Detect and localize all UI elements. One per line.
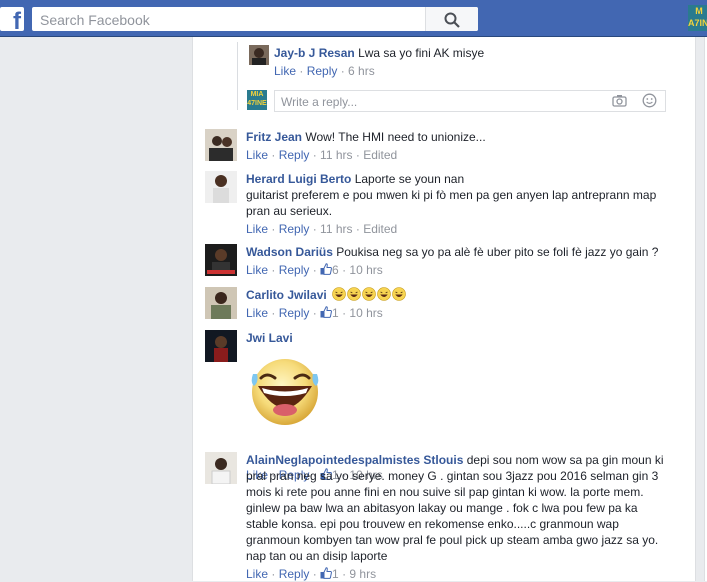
reply-link[interactable]: Reply [279,306,310,320]
comment-text: Lwa sa yo fini AK misye [358,46,485,60]
camera-icon[interactable] [612,94,627,107]
comment-author[interactable]: Carlito Jwilavi [246,288,327,302]
timestamp[interactable]: 11 hrs [320,148,352,162]
laughing-emoji-icon [362,287,376,301]
timestamp[interactable]: 9 hrs [349,567,376,581]
comment-text: Wow! The HMI need to unionize... [305,130,486,144]
top-navigation-bar: f MA7INE [0,0,707,37]
emoji-icon[interactable] [642,93,657,108]
thumbs-up-icon[interactable] [320,306,332,318]
reply-link[interactable]: Reply [279,567,310,581]
comment-text-line: stable konsa. epi pou trouvew en rekomen… [246,517,619,531]
timestamp[interactable]: 10 hrs [349,263,382,277]
comment-text-line: ginlew pa baw lwa an abitasyon lakay ou … [246,501,638,515]
comment-author[interactable]: Wadson Dariüs [246,245,333,259]
like-link[interactable]: Like [246,263,268,277]
like-link[interactable]: Like [274,64,296,78]
reply-box [274,90,666,112]
comment-text-line: pran au serieux. [246,204,333,218]
laughing-emoji-icon [332,287,346,301]
comment-text-line: mois ki rete pou anne fini en nou suive … [246,485,644,499]
comment-text: Laporte se youn nan [354,172,465,186]
search-input[interactable] [38,9,412,31]
avatar[interactable] [205,244,237,276]
comment-text-line: guitarist preferem e pou mwen ki pi fò m… [246,188,657,202]
avatar[interactable] [205,330,237,362]
comment-text-line: nap tan ou an disip laporte [246,549,388,563]
reply-link[interactable]: Reply [279,263,310,277]
reply-thread-line [237,42,238,110]
thumbs-up-icon[interactable] [320,263,332,275]
search-bar [32,7,478,31]
laughing-emoji-icon [347,287,361,301]
reply-link[interactable]: Reply [279,148,310,162]
profile-avatar[interactable]: MA7INE [688,5,707,31]
like-count[interactable]: 6 [332,263,339,277]
laughing-emoji-icon [377,287,391,301]
like-link[interactable]: Like [246,148,268,162]
like-count[interactable]: 1 [332,306,339,320]
avatar[interactable] [205,452,237,484]
comments-panel: Jay-b J Resan Lwa sa yo fini AK misye Li… [192,37,696,581]
comment-text: depi sou nom wow sa pa gin moun ki [466,453,664,467]
search-button[interactable] [425,7,478,31]
like-link[interactable]: Like [246,222,268,236]
laugh-emojis [332,287,407,302]
facebook-logo-icon[interactable]: f [0,7,24,34]
timestamp[interactable]: 11 hrs [320,222,352,236]
reply-link[interactable]: Reply [279,222,310,236]
edited-label[interactable]: Edited [363,222,397,236]
like-count[interactable]: 1 [332,567,339,581]
timestamp[interactable]: 6 hrs [348,64,375,78]
avatar[interactable] [205,287,237,319]
edited-label[interactable]: Edited [363,148,397,162]
laughing-face-sticker [251,359,319,425]
like-link[interactable]: Like [246,306,268,320]
search-icon [444,12,460,28]
thumbs-up-icon[interactable] [320,567,332,579]
laughing-emoji-icon [392,287,406,301]
avatar[interactable] [205,171,237,203]
comment-author[interactable]: Herard Luigi Berto [246,172,351,186]
comment-author[interactable]: Fritz Jean [246,130,302,144]
comment-text-line: pral pran neg sa yo serye. money G . gin… [246,469,659,483]
comment-author[interactable]: Jay-b J Resan [274,46,355,60]
avatar[interactable] [249,45,269,65]
timestamp[interactable]: 10 hrs [349,306,382,320]
reply-link[interactable]: Reply [307,64,338,78]
comment-text-line: granmoun kombyen tan wow pral fe poul pi… [246,533,659,547]
reply-input[interactable] [279,93,583,111]
like-link[interactable]: Like [246,567,268,581]
avatar[interactable] [205,129,237,161]
reply-box-avatar: MIA 47INE [247,90,267,110]
comment-author[interactable]: AlainNeglapointedespalmistes Stlouis [246,453,463,467]
comment-text: Poukisa neg sa yo pa alè fè uber pito se… [336,245,659,259]
comment-author[interactable]: Jwi Lavi [246,331,293,345]
